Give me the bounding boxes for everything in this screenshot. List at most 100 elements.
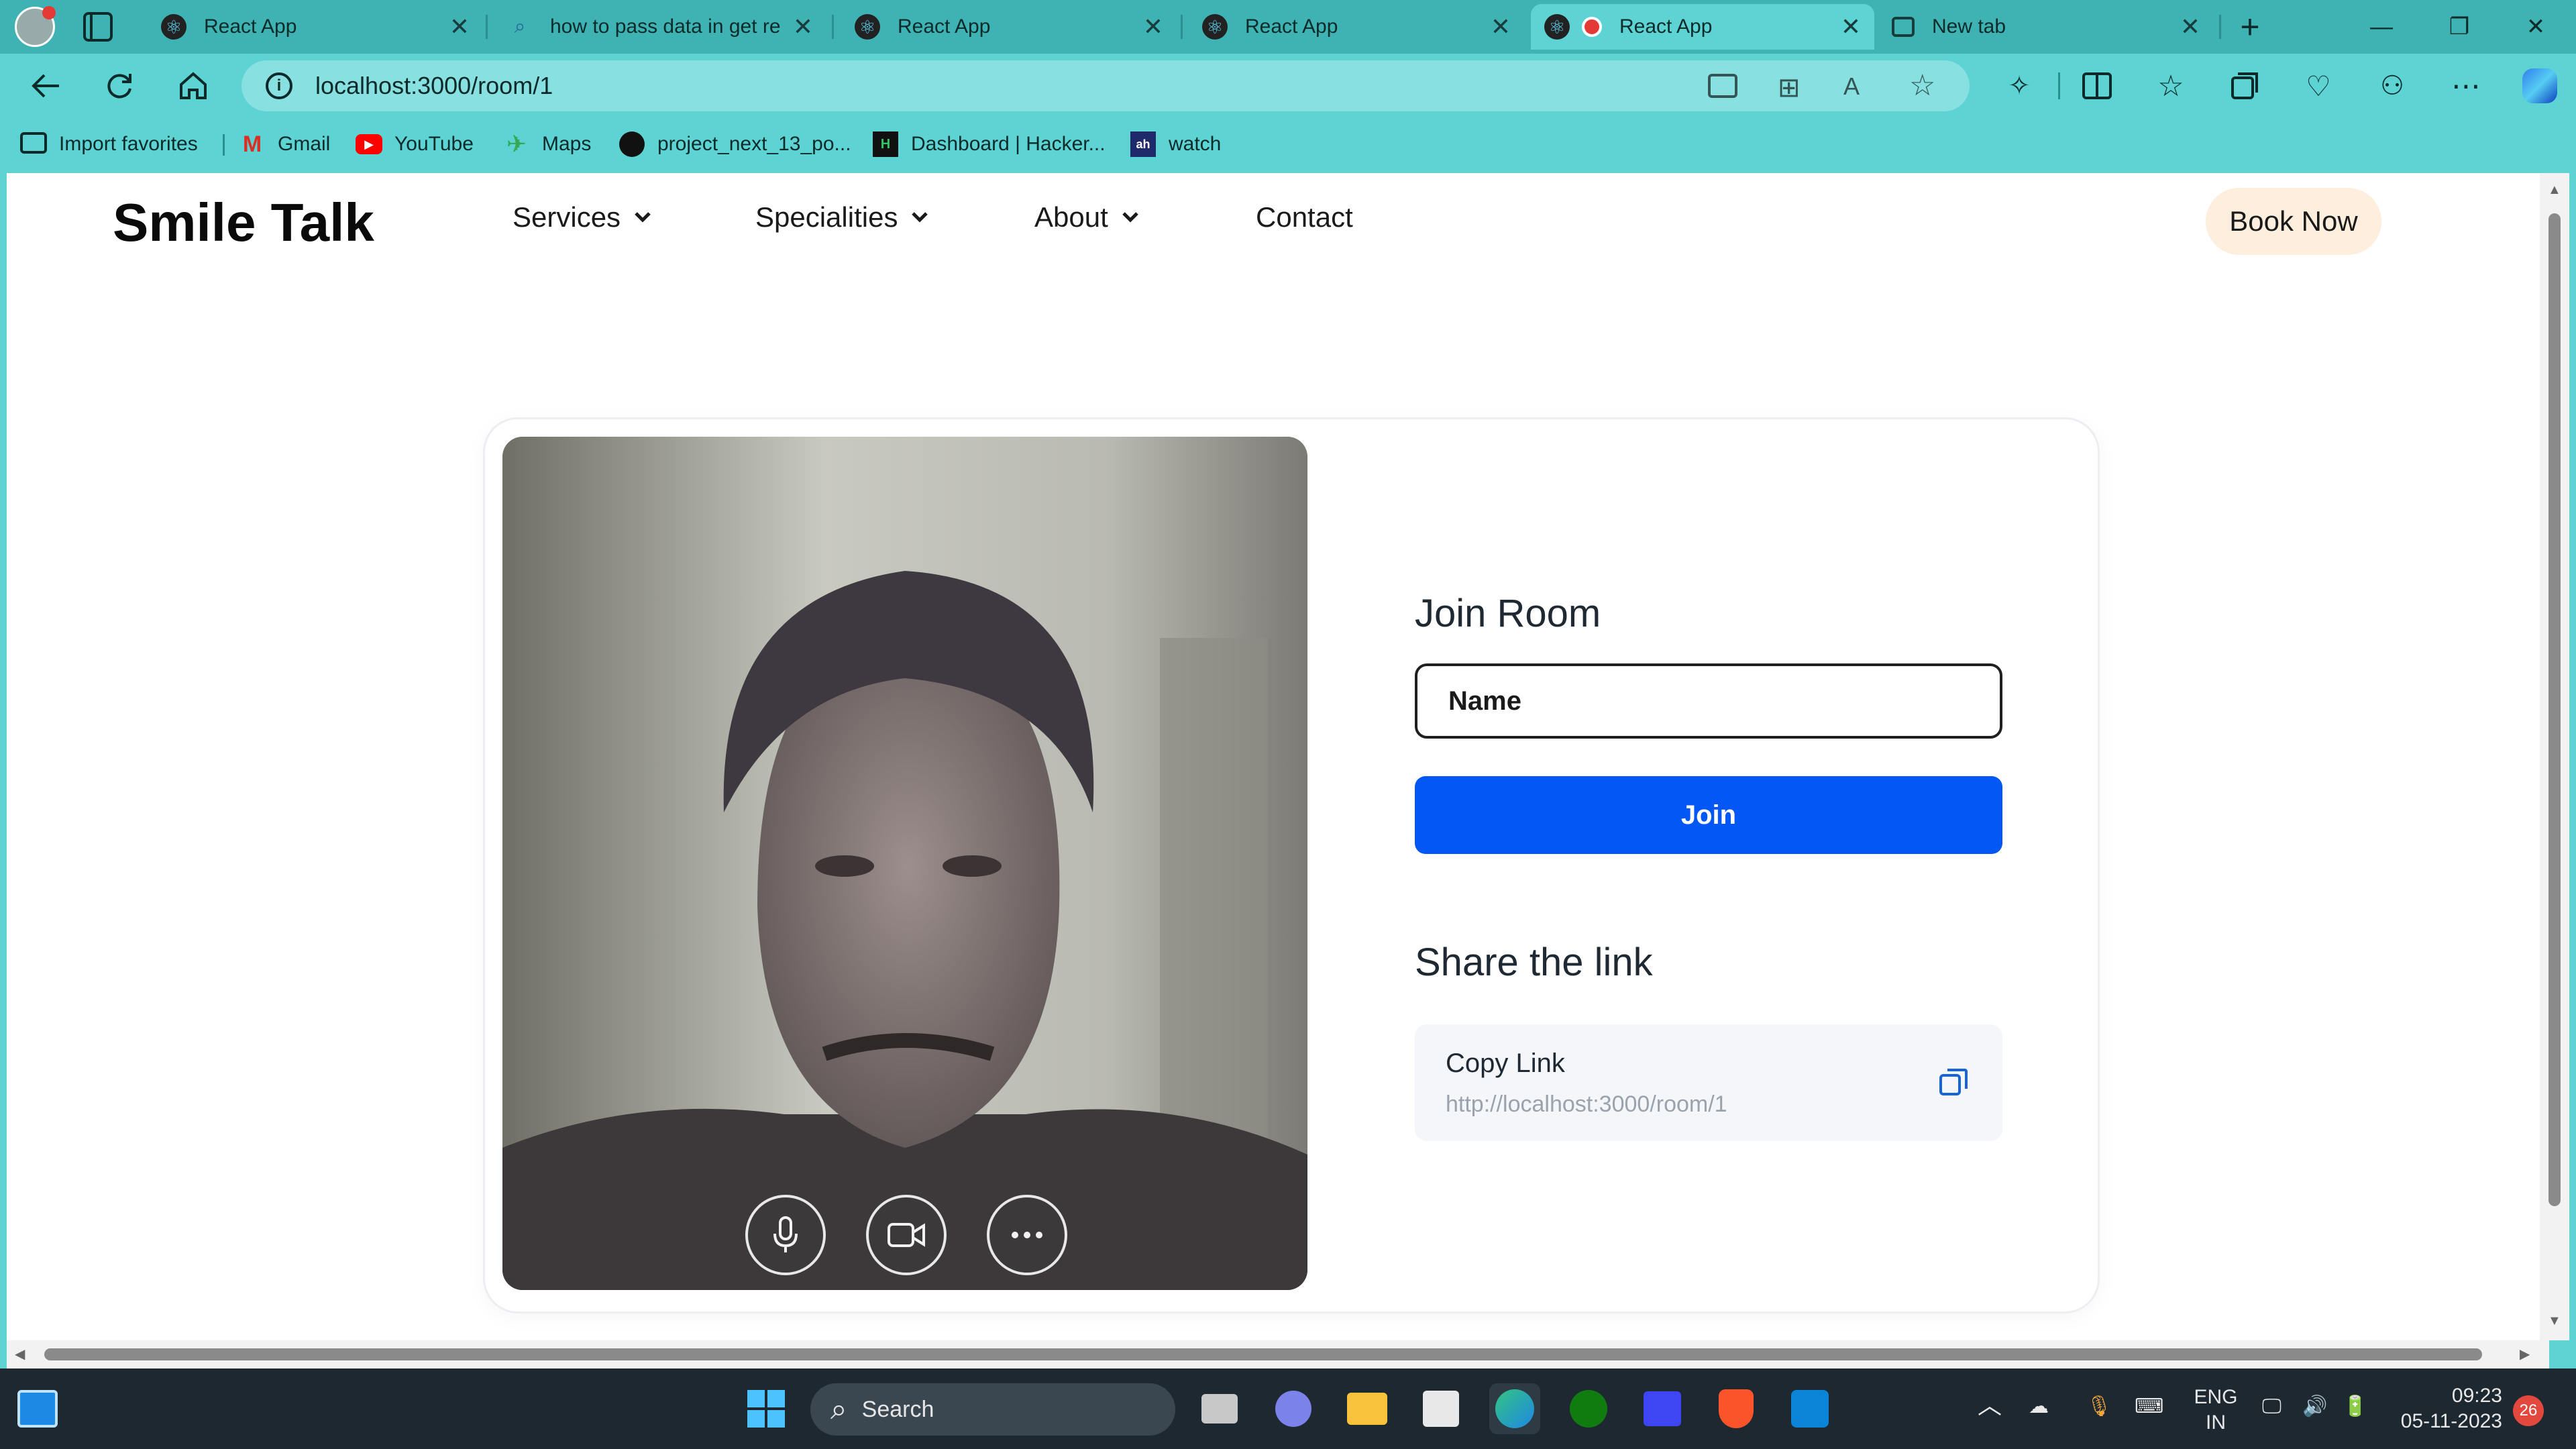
battery-icon[interactable]: 🔋 [2343,1394,2367,1419]
profile-avatar[interactable] [15,6,56,47]
close-tab-icon[interactable]: ✕ [1841,13,1861,41]
taskbar-search[interactable]: ⌕ Search [810,1383,1175,1436]
bookmarks-bar: Import favorites M Gmail ▶ YouTube ✈ Map… [0,118,2576,170]
name-input[interactable] [1415,663,2002,739]
bookmark-maps[interactable]: ✈ Maps [503,129,591,160]
bookmark-watch[interactable]: ah watch [1130,129,1221,160]
copilot-share-icon[interactable]: ⚇ [2372,66,2412,106]
back-arrow-icon[interactable] [25,66,66,106]
teams-chat-icon[interactable] [1268,1383,1319,1434]
home-icon[interactable] [173,66,213,106]
horizontal-scroll-thumb[interactable] [44,1348,2482,1360]
address-bar[interactable]: i localhost:3000/room/1 ⊞ A ☆ [241,60,1970,111]
recording-indicator-icon [1582,17,1602,37]
browser-toolbar: i localhost:3000/room/1 ⊞ A ☆ ✧ ☆ ♡ ⚇ ⋯ [0,54,2576,118]
xbox-icon[interactable] [1563,1383,1614,1434]
close-tab-icon[interactable]: ✕ [1491,13,1511,41]
refresh-icon[interactable] [99,66,140,106]
microsoft-store-icon[interactable] [1415,1383,1466,1434]
app-available-icon[interactable]: ⊞ [1778,72,1801,103]
new-tab-page-icon [1892,17,1915,37]
book-now-button[interactable]: Book Now [2206,188,2381,255]
tab-react-app-active[interactable]: ⚛ React App ✕ [1531,4,1874,50]
chevron-down-icon [912,212,928,223]
close-tab-icon[interactable]: ✕ [2180,13,2200,41]
microphone-icon [773,1216,798,1252]
favorite-star-icon[interactable]: ☆ [1909,68,1935,103]
tab-actions-icon[interactable] [83,12,113,42]
close-tab-icon[interactable]: ✕ [793,13,813,41]
tab-react-app-3[interactable]: ⚛ React App ✕ [1189,4,1524,50]
copy-link-label: Copy Link [1446,1049,1565,1078]
brand-logo[interactable]: Smile Talk [113,192,374,254]
watch-icon: ah [1130,131,1157,158]
bookmark-gmail[interactable]: M Gmail [239,129,331,160]
chevron-down-icon [635,212,651,223]
language-indicator[interactable]: ENG IN [2191,1385,2241,1436]
brave-browser-icon[interactable] [1711,1383,1762,1434]
minimize-icon[interactable]: — [2355,5,2408,48]
read-aloud-icon[interactable]: A [1843,72,1860,101]
show-hidden-icons-icon[interactable]: ︿ [1978,1393,2002,1418]
bookmark-github[interactable]: project_next_13_po... [619,129,851,160]
widgets-icon[interactable] [12,1383,63,1434]
more-icon [1012,1232,1042,1238]
webcam-feed-image [502,437,1307,1290]
hackerrank-icon: H [872,131,899,158]
nav-about[interactable]: About [1034,201,1139,233]
vertical-scroll-thumb[interactable] [2548,213,2561,1206]
notification-badge[interactable]: 26 [2513,1395,2544,1426]
video-preview [502,437,1307,1290]
onedrive-icon[interactable]: ☁ [2029,1394,2049,1419]
close-tab-icon[interactable]: ✕ [449,13,470,41]
microphone-tray-icon[interactable]: 🎙 [2086,1394,2112,1419]
edge-browser-icon[interactable] [1489,1383,1540,1434]
url-text[interactable]: localhost:3000/room/1 [315,72,553,100]
microphone-toggle-button[interactable] [745,1195,826,1275]
maps-icon: ✈ [506,130,527,158]
copy-icon[interactable] [1938,1066,1970,1098]
copilot-icon[interactable] [2520,66,2560,106]
keyboard-icon[interactable]: ⌨ [2135,1394,2163,1419]
vscode-icon[interactable] [1784,1383,1835,1434]
nav-contact[interactable]: Contact [1256,201,1353,233]
close-tab-icon[interactable]: ✕ [1143,13,1163,41]
volume-icon[interactable]: 🔊 [2302,1394,2327,1419]
bookmark-youtube[interactable]: ▶ YouTube [356,129,474,160]
tab-react-app-2[interactable]: ⚛ React App ✕ [841,4,1177,50]
tab-strip: ⚛ React App ✕ ⌕ how to pass data in get … [0,0,2576,54]
nav-services[interactable]: Services [513,201,651,233]
join-button[interactable]: Join [1415,776,2002,854]
restore-icon[interactable]: ❐ [2432,5,2486,48]
bookmark-import-favorites[interactable]: Import favorites [20,129,198,160]
extensions-icon[interactable]: ✧ [1999,66,2039,106]
tab-react-app-1[interactable]: ⚛ React App ✕ [148,4,483,50]
file-explorer-icon[interactable] [1342,1383,1393,1434]
tab-search-result[interactable]: ⌕ how to pass data in get re ✕ [494,4,826,50]
clock[interactable]: 09:23 05-11-2023 [2388,1383,2502,1434]
windows-start-icon[interactable] [741,1383,792,1434]
more-options-button[interactable] [987,1195,1067,1275]
camera-in-use-icon[interactable] [1708,74,1737,98]
horizontal-scrollbar[interactable]: ◀ ▶ [7,1340,2549,1368]
visual-studio-icon[interactable] [1637,1383,1688,1434]
close-window-icon[interactable]: ✕ [2509,5,2563,48]
search-icon: ⌕ [514,15,526,38]
network-icon[interactable]: 🖵 [2262,1394,2282,1419]
split-screen-icon[interactable] [2077,66,2117,106]
new-tab-plus-icon[interactable]: + [2223,5,2277,48]
tab-new-tab[interactable]: New tab ✕ [1878,4,2214,50]
chevron-down-icon [1122,212,1138,223]
camera-toggle-button[interactable] [866,1195,947,1275]
nav-specialities[interactable]: Specialities [755,201,928,233]
browser-essentials-icon[interactable]: ♡ [2298,66,2339,106]
vertical-scrollbar[interactable]: ▲ ▼ [2540,173,2569,1340]
more-menu-icon[interactable]: ⋯ [2446,66,2486,106]
favorites-icon[interactable]: ☆ [2151,66,2191,106]
bookmark-hackerrank[interactable]: H Dashboard | Hacker... [872,129,1106,160]
collections-icon[interactable] [2224,66,2265,106]
task-view-icon[interactable] [1194,1383,1245,1434]
site-info-icon[interactable]: i [266,72,292,99]
share-link-title: Share the link [1415,941,1653,984]
copy-link-box[interactable]: Copy Link http://localhost:3000/room/1 [1415,1024,2002,1141]
